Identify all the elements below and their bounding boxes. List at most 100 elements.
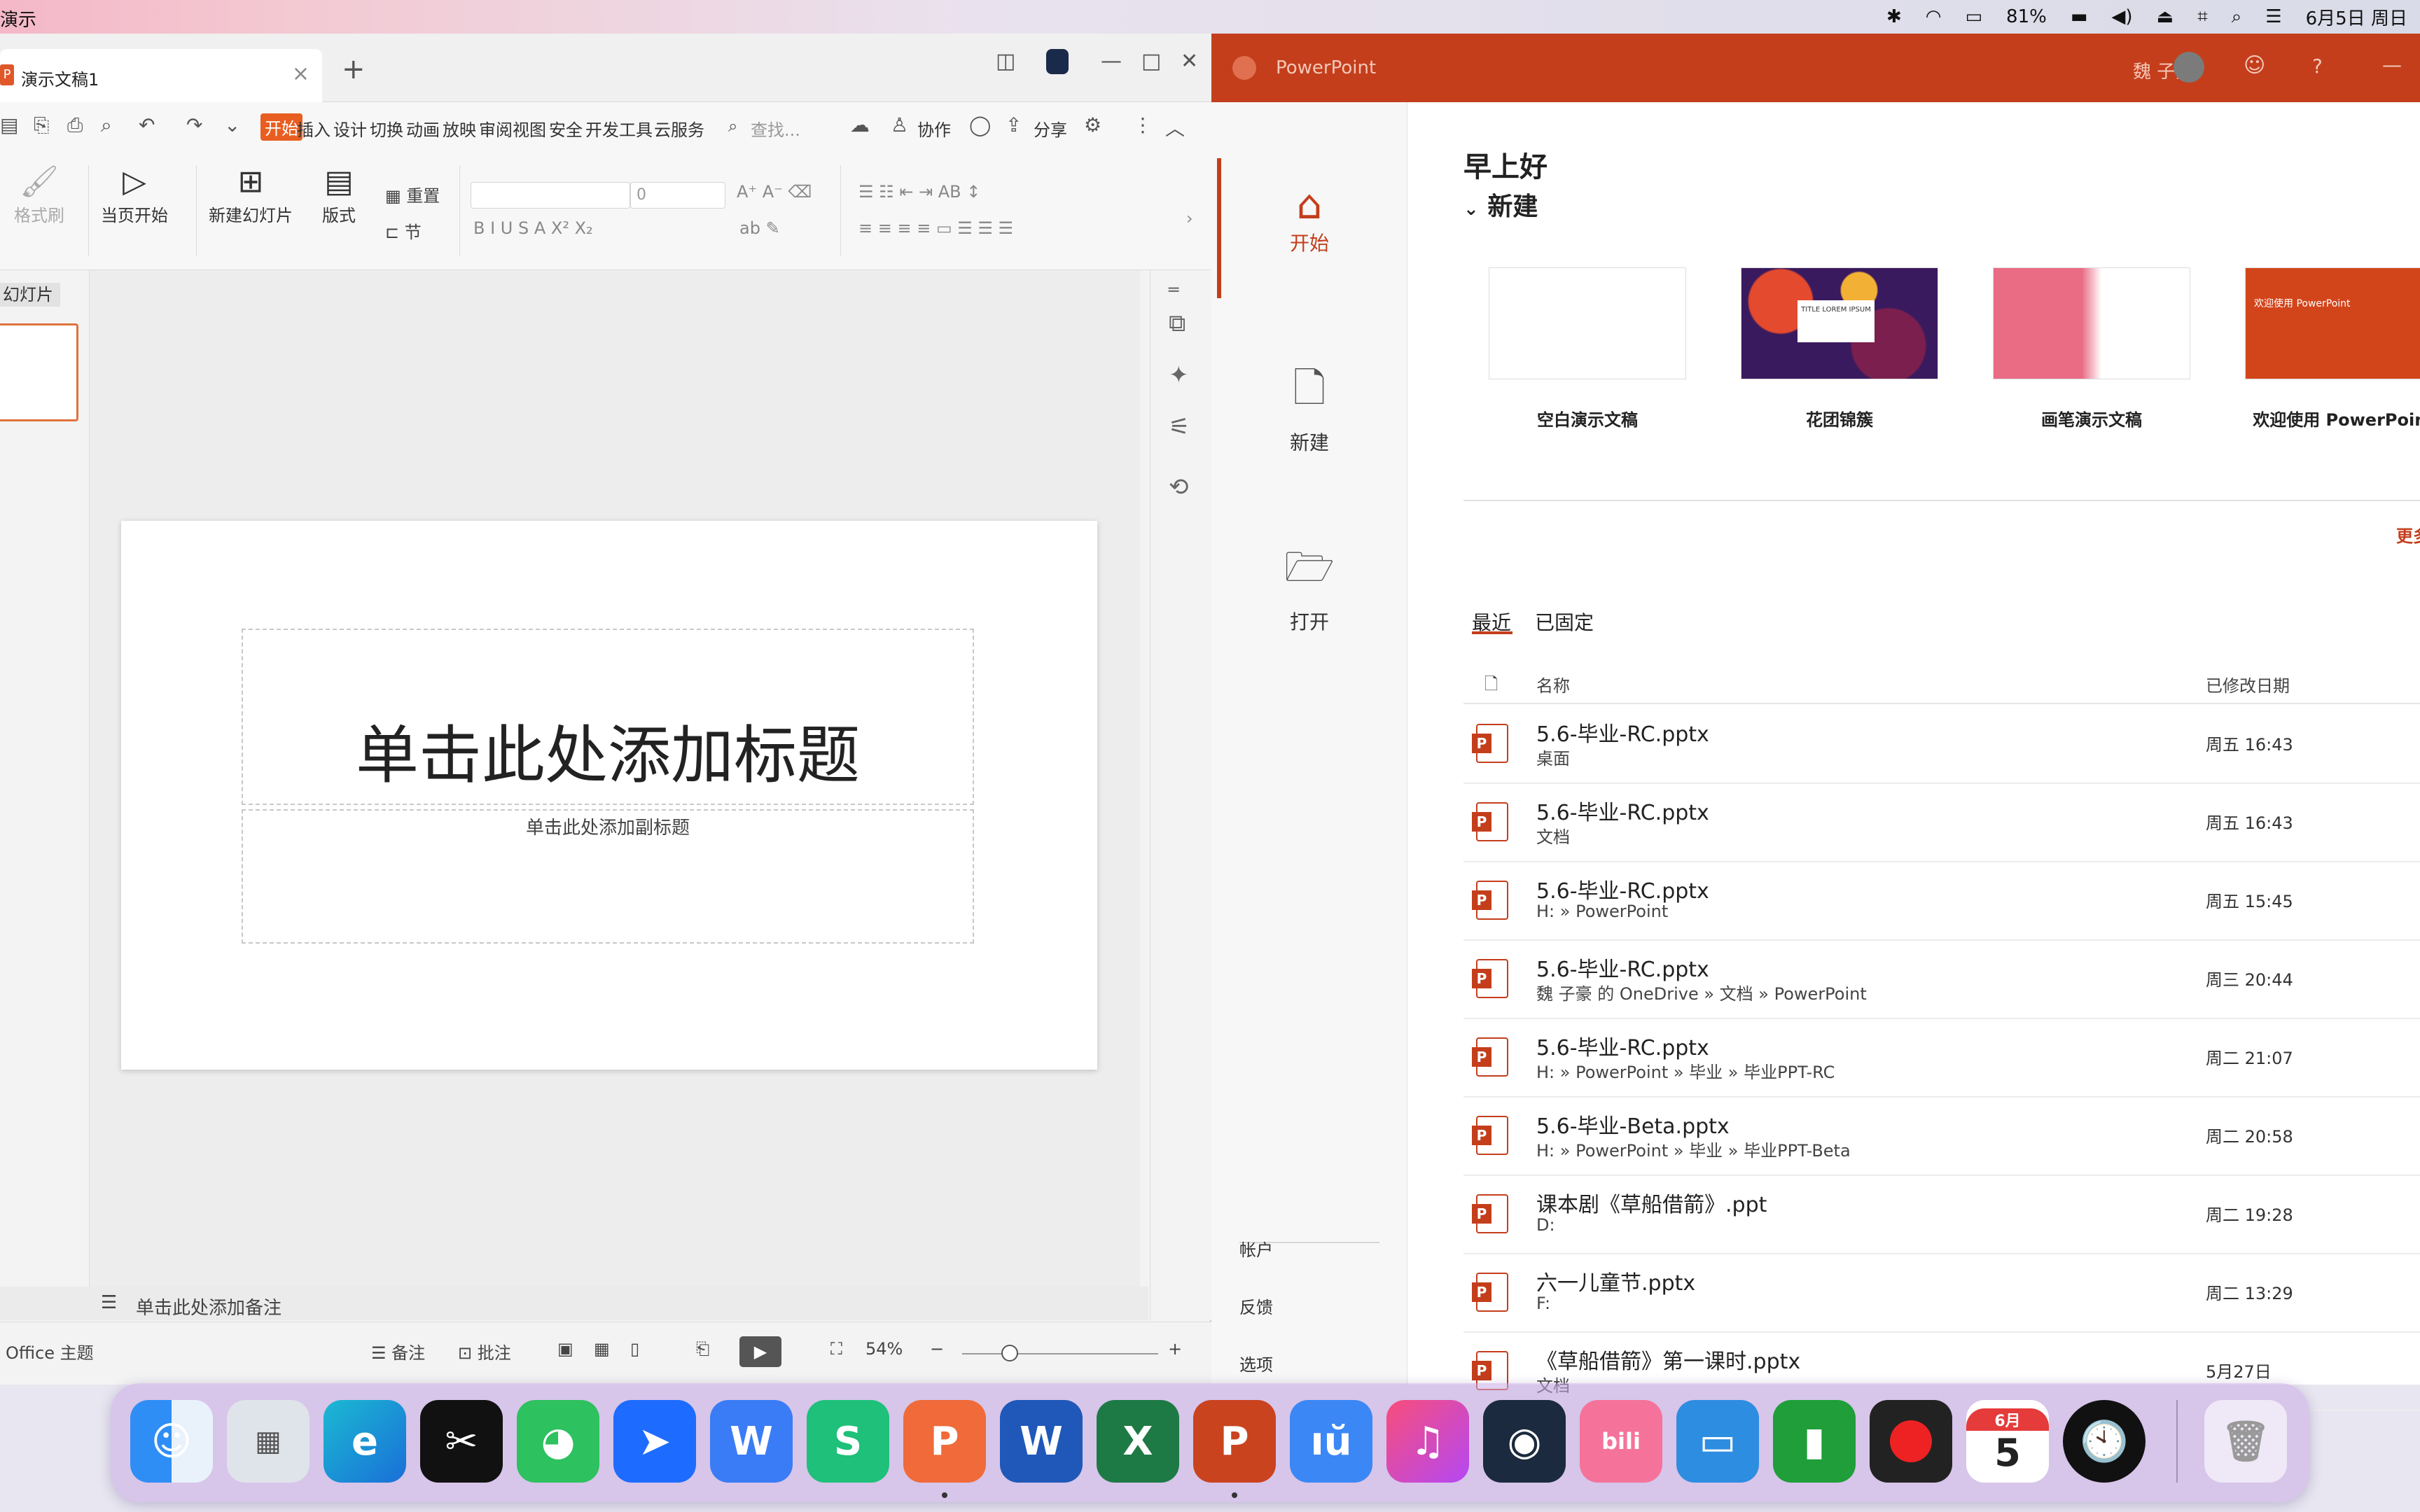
zoom-slider[interactable] — [962, 1353, 1158, 1354]
notes-toggle-button[interactable]: ☰ 备注 — [371, 1339, 425, 1364]
template-brush[interactable]: 画笔演示文稿 — [1993, 267, 2190, 430]
redo-icon[interactable]: ↷ — [186, 113, 202, 136]
minimize-icon[interactable]: — — [2382, 53, 2402, 76]
drag-handle-icon[interactable]: ═ — [1169, 280, 1178, 300]
finder-icon[interactable]: ☺ — [130, 1400, 213, 1483]
save-icon[interactable]: ▤ — [0, 113, 18, 136]
battery-icon[interactable]: ▬ — [2071, 6, 2088, 27]
reset-button[interactable]: ▦ 重置 — [385, 182, 440, 206]
document-tab[interactable]: P 演示文稿1 × — [0, 49, 322, 102]
bilibili-icon[interactable]: bili — [1580, 1400, 1662, 1483]
menu-tab-cloud[interactable]: 云服务 — [654, 116, 704, 141]
wps-writer-icon[interactable]: W — [710, 1400, 793, 1483]
feishu-icon[interactable]: ➤ — [613, 1400, 696, 1483]
maximize-icon[interactable]: □ — [1141, 49, 1161, 74]
list-bullets-icons[interactable]: ☰ ☷ ⇤ ⇥ AB ↕ — [858, 182, 980, 202]
file-row[interactable]: 5.6-毕业-RC.pptx H: » PowerPoint 周五 15:45 — [1463, 862, 2420, 941]
menu-tab-home[interactable]: 开始 — [260, 113, 302, 141]
menu-tab-view[interactable]: 视图 — [513, 116, 546, 141]
slide-sorter-icon[interactable]: ▦ — [594, 1339, 610, 1359]
trash-icon[interactable]: 🗑 — [2204, 1400, 2287, 1483]
screen-record-icon[interactable] — [1870, 1400, 1952, 1483]
search-input[interactable]: 查找... — [751, 116, 800, 141]
tab-pinned[interactable]: 已固定 — [1535, 608, 1594, 636]
menu-tab-security[interactable]: 安全 — [549, 116, 583, 141]
menu-tab-animation[interactable]: 动画 — [406, 116, 440, 141]
wps-presentation-icon[interactable]: P — [903, 1400, 986, 1483]
menu-tab-slideshow[interactable]: 放映 — [443, 116, 476, 141]
reading-view-icon[interactable]: ▯ — [630, 1339, 639, 1359]
template-floral[interactable]: TITLE LOREM IPSUM 花团锦簇 — [1741, 267, 1938, 430]
calendar-icon[interactable]: 6月 5 — [1966, 1400, 2049, 1483]
column-name[interactable]: 名称 — [1536, 672, 1570, 696]
play-from-current-button[interactable]: ▷ 当页开始 — [101, 162, 168, 226]
search-icon[interactable]: ⌕ — [728, 116, 737, 136]
font-grow-shrink-icons[interactable]: A⁺ A⁻ ⌫ — [737, 182, 812, 202]
zoom-level[interactable]: 54% — [865, 1339, 903, 1359]
zoom-out-icon[interactable]: − — [930, 1339, 944, 1359]
nav-new[interactable]: 🗋 新建 — [1211, 358, 1407, 456]
cloud-sync-icon[interactable]: ☁ — [850, 113, 870, 136]
menu-tab-review[interactable]: 审阅 — [479, 116, 513, 141]
menubar-clock[interactable]: 6月5日 周日 — [2306, 4, 2407, 30]
nav-options[interactable]: 选项 — [1239, 1351, 1273, 1376]
export-pdf-icon[interactable]: ⎘ — [34, 113, 49, 137]
format-painter-button[interactable]: 🖌 格式刷 — [14, 162, 64, 226]
word-icon[interactable]: W — [1000, 1400, 1083, 1483]
nav-home[interactable]: ⌂ 开始 — [1211, 181, 1407, 256]
template-welcome[interactable]: 欢迎使用 PowerPoint 欢迎使用 PowerPoint — [2245, 267, 2420, 430]
file-row[interactable]: 5.6-毕业-RC.pptx 桌面 周五 16:43 — [1463, 706, 2420, 784]
undo-icon[interactable]: ↶ — [139, 113, 155, 136]
new-slide-button[interactable]: ⊞ 新建幻灯片 — [209, 162, 293, 226]
menu-tab-design[interactable]: 设计 — [333, 116, 367, 141]
template-blank[interactable]: 空白演示文稿 — [1489, 267, 1686, 430]
column-modified[interactable]: 已修改日期 — [2206, 672, 2290, 696]
share-button[interactable]: 分享 — [1034, 116, 1067, 141]
history-icon[interactable]: ⟲ — [1169, 473, 1189, 501]
launchpad-icon[interactable]: ▦ — [227, 1400, 310, 1483]
collapse-ribbon-icon[interactable]: ︿ — [1165, 113, 1185, 141]
steam-icon[interactable]: ◉ — [1483, 1400, 1566, 1483]
capcut-icon[interactable]: ✂ — [420, 1400, 503, 1483]
file-row[interactable]: 课本剧《草船借箭》.ppt D: 周二 19:28 — [1463, 1176, 2420, 1254]
nav-account[interactable]: 帐户 — [1239, 1236, 1273, 1261]
menu-tab-transition[interactable]: 切换 — [370, 116, 403, 141]
collaborate-icon[interactable]: ♙ — [891, 113, 908, 136]
section-button[interactable]: ⊏ 节 — [385, 218, 422, 243]
more-themes-link[interactable]: 更多主 — [2396, 522, 2420, 547]
close-tab-icon[interactable]: × — [292, 62, 310, 86]
excel-icon[interactable]: X — [1097, 1400, 1179, 1483]
subtitle-placeholder[interactable]: 单击此处添加副标题 — [242, 809, 974, 944]
font-size-select[interactable]: 0 — [630, 182, 725, 209]
layout-switch-icon[interactable]: ◫ — [996, 49, 1015, 74]
comments-button[interactable]: ⊡ 批注 — [458, 1339, 511, 1364]
control-center-icon[interactable]: ☰ — [2265, 6, 2281, 27]
wechat-icon[interactable]: ◕ — [517, 1400, 599, 1483]
pin-icon[interactable]: ✦ — [1169, 361, 1189, 389]
file-row[interactable]: 六一儿童节.pptx F: 周二 13:29 — [1463, 1254, 2420, 1333]
new-tab-icon[interactable]: + — [342, 53, 366, 85]
avatar[interactable] — [2174, 52, 2204, 83]
powerpoint-icon[interactable]: P — [1193, 1400, 1276, 1483]
clock-icon[interactable]: 🕙 — [2063, 1400, 2146, 1483]
slide-thumbnail[interactable] — [0, 323, 78, 421]
menu-tab-insert[interactable]: 插入 — [297, 116, 331, 141]
notes-pane[interactable]: ☰ 单击此处添加备注 — [0, 1287, 1148, 1320]
nav-open[interactable]: 🗁 打开 — [1211, 538, 1407, 635]
normal-view-icon[interactable]: ▣ — [557, 1339, 573, 1359]
remote-desktop-icon[interactable]: ▭ — [1676, 1400, 1759, 1483]
more-menu-icon[interactable]: ⋮ — [1133, 113, 1153, 136]
title-placeholder[interactable]: 单击此处添加标题 — [242, 629, 974, 805]
baidu-netdisk-icon[interactable]: ıŭ — [1290, 1400, 1372, 1483]
input-method-icon[interactable]: ⌗ — [2197, 6, 2208, 28]
file-row[interactable]: 5.6-毕业-RC.pptx 魏 子豪 的 OneDrive » 文档 » Po… — [1463, 941, 2420, 1019]
wifi-icon[interactable]: ◠ — [1926, 6, 1942, 27]
file-row[interactable]: 5.6-毕业-RC.pptx H: » PowerPoint » 毕业 » 毕业… — [1463, 1019, 2420, 1098]
settings-icon[interactable]: ⚙ — [1084, 113, 1101, 136]
highlight-icons[interactable]: ab ✎ — [739, 218, 780, 238]
close-window-icon[interactable]: ✕ — [1181, 49, 1198, 74]
font-family-select[interactable] — [471, 182, 630, 209]
edge-icon[interactable]: e — [324, 1400, 406, 1483]
print-preview-icon[interactable]: ⌕ — [101, 113, 112, 137]
ribbon-scroll-right-icon[interactable]: › — [1186, 209, 1193, 228]
